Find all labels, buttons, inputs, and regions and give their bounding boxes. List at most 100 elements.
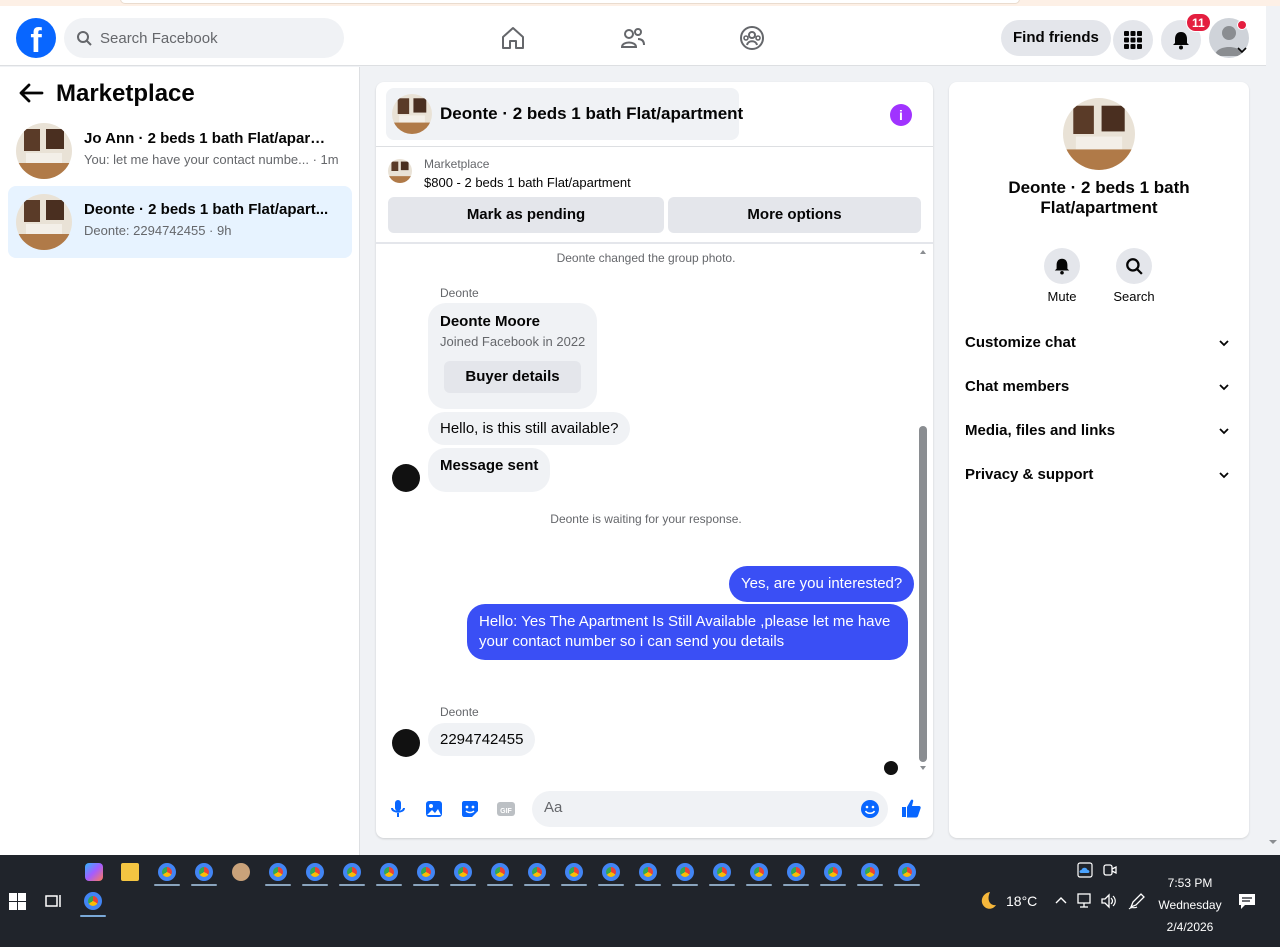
chat-header[interactable]: Deonte · 2 beds 1 bath Flat/apartment [386, 88, 743, 140]
info-icon[interactable]: i [890, 104, 912, 126]
chat-thumbnail [392, 94, 432, 134]
copilot-icon[interactable] [85, 863, 103, 881]
scroll-thumb[interactable] [919, 426, 927, 762]
sender-avatar[interactable] [392, 729, 420, 757]
find-friends-button[interactable]: Find friends [1001, 20, 1111, 56]
media-files-links-row[interactable]: Media, files and links [965, 413, 1233, 449]
search-in-chat-button[interactable]: Search [1104, 248, 1164, 304]
sticker-icon[interactable] [460, 799, 480, 819]
gif-icon[interactable]: GIF [496, 799, 516, 819]
running-indicator [709, 884, 735, 886]
row-label: Privacy & support [965, 466, 1094, 483]
divider [376, 242, 933, 244]
chrome-active-icon[interactable] [84, 892, 102, 910]
clock-date: 2/4/2026 [1166, 920, 1214, 934]
listing-thumbnail [16, 194, 72, 250]
cloud-sync-icon[interactable] [1077, 862, 1093, 878]
more-options-button[interactable]: More options [668, 197, 921, 233]
meet-now-icon[interactable] [1103, 862, 1117, 878]
chrome-icon[interactable] [343, 863, 361, 881]
chrome-icon[interactable] [417, 863, 435, 881]
task-view-icon[interactable] [45, 893, 63, 909]
mute-button[interactable]: Mute [1032, 248, 1092, 304]
app-icon[interactable] [232, 863, 250, 881]
address-bar-edge [120, 0, 1020, 4]
listing-price-title[interactable]: $800 - 2 beds 1 bath Flat/apartment [424, 175, 631, 190]
running-indicator [339, 884, 365, 886]
chrome-icon[interactable] [528, 863, 546, 881]
chrome-icon[interactable] [750, 863, 768, 881]
search-icon [77, 31, 92, 46]
sidebar-title: Marketplace [56, 80, 195, 107]
windows-start-icon[interactable] [9, 893, 26, 910]
incoming-message: 2294742455 [428, 723, 536, 756]
menu-button[interactable] [1113, 20, 1153, 60]
back-arrow-icon[interactable] [18, 82, 44, 104]
chrome-icon[interactable] [269, 863, 287, 881]
chrome-icon[interactable] [158, 863, 176, 881]
running-indicator [265, 884, 291, 886]
page-scrollbar[interactable] [1266, 6, 1280, 855]
chrome-icon[interactable] [602, 863, 620, 881]
chrome-icon[interactable] [306, 863, 324, 881]
chat-details-title: Deonte · 2 beds 1 bath Flat/apartment [1008, 178, 1190, 217]
running-indicator [820, 884, 846, 886]
incoming-message: Hello, is this still available? [428, 412, 631, 445]
outgoing-message: Yes, are you interested? [729, 566, 915, 602]
volume-icon[interactable] [1100, 893, 1118, 909]
chrome-icon[interactable] [676, 863, 694, 881]
chat-members-row[interactable]: Chat members [965, 369, 1233, 405]
clock[interactable]: 7:53 PM Wednesday 2/4/2026 [1140, 872, 1240, 938]
running-indicator [487, 884, 513, 886]
chrome-icon[interactable] [491, 863, 509, 881]
home-icon[interactable] [499, 24, 527, 52]
notification-center-icon[interactable] [1238, 893, 1256, 910]
mark-as-pending-button[interactable]: Mark as pending [388, 197, 664, 233]
chrome-icon[interactable] [861, 863, 879, 881]
row-label: Customize chat [965, 334, 1076, 351]
moon-weather-icon[interactable] [975, 890, 997, 912]
chrome-icon[interactable] [787, 863, 805, 881]
chrome-icon[interactable] [824, 863, 842, 881]
groups-icon[interactable] [738, 24, 766, 52]
emoji-icon[interactable] [860, 799, 880, 819]
facebook-logo-icon[interactable]: f [16, 18, 56, 58]
chrome-icon[interactable] [380, 863, 398, 881]
running-indicator [191, 884, 217, 886]
bell-icon [1054, 258, 1070, 275]
like-icon[interactable] [900, 797, 922, 819]
search-box[interactable] [64, 18, 344, 58]
customize-chat-row[interactable]: Customize chat [965, 325, 1233, 361]
divider [376, 146, 933, 147]
chevron-down-icon [1219, 472, 1229, 479]
running-indicator [376, 884, 402, 886]
privacy-support-row[interactable]: Privacy & support [965, 457, 1233, 493]
chevron-up-icon[interactable] [1055, 896, 1067, 904]
chevron-down-icon[interactable] [1237, 46, 1247, 54]
system-message: Deonte changed the group photo. [556, 251, 736, 265]
message-input[interactable] [544, 799, 844, 816]
chrome-icon[interactable] [639, 863, 657, 881]
row-label: Chat members [965, 378, 1070, 395]
photo-icon[interactable] [424, 799, 444, 819]
chrome-icon[interactable] [898, 863, 916, 881]
chrome-icon[interactable] [454, 863, 472, 881]
file-explorer-icon[interactable] [121, 863, 139, 881]
grid-menu-icon [1124, 31, 1142, 49]
chrome-icon[interactable] [195, 863, 213, 881]
message-composer[interactable] [532, 791, 888, 827]
friends-icon[interactable] [619, 24, 647, 52]
buyer-details-button[interactable]: Buyer details [444, 361, 581, 393]
running-indicator [561, 884, 587, 886]
conversation-item-deonte[interactable]: Deonte · 2 beds 1 bath Flat/apart... Deo… [8, 186, 352, 258]
temperature[interactable]: 18°C [1006, 893, 1037, 909]
search-input[interactable] [100, 29, 320, 47]
conversation-item-jo-ann[interactable]: Jo Ann · 2 beds 1 bath Flat/apartm... Yo… [8, 115, 352, 187]
chrome-icon[interactable] [565, 863, 583, 881]
active-indicator [80, 915, 106, 917]
network-icon[interactable] [1077, 893, 1095, 909]
scroll-down-icon[interactable] [1269, 838, 1277, 846]
microphone-icon[interactable] [388, 799, 408, 819]
sender-avatar[interactable] [392, 464, 420, 492]
chrome-icon[interactable] [713, 863, 731, 881]
